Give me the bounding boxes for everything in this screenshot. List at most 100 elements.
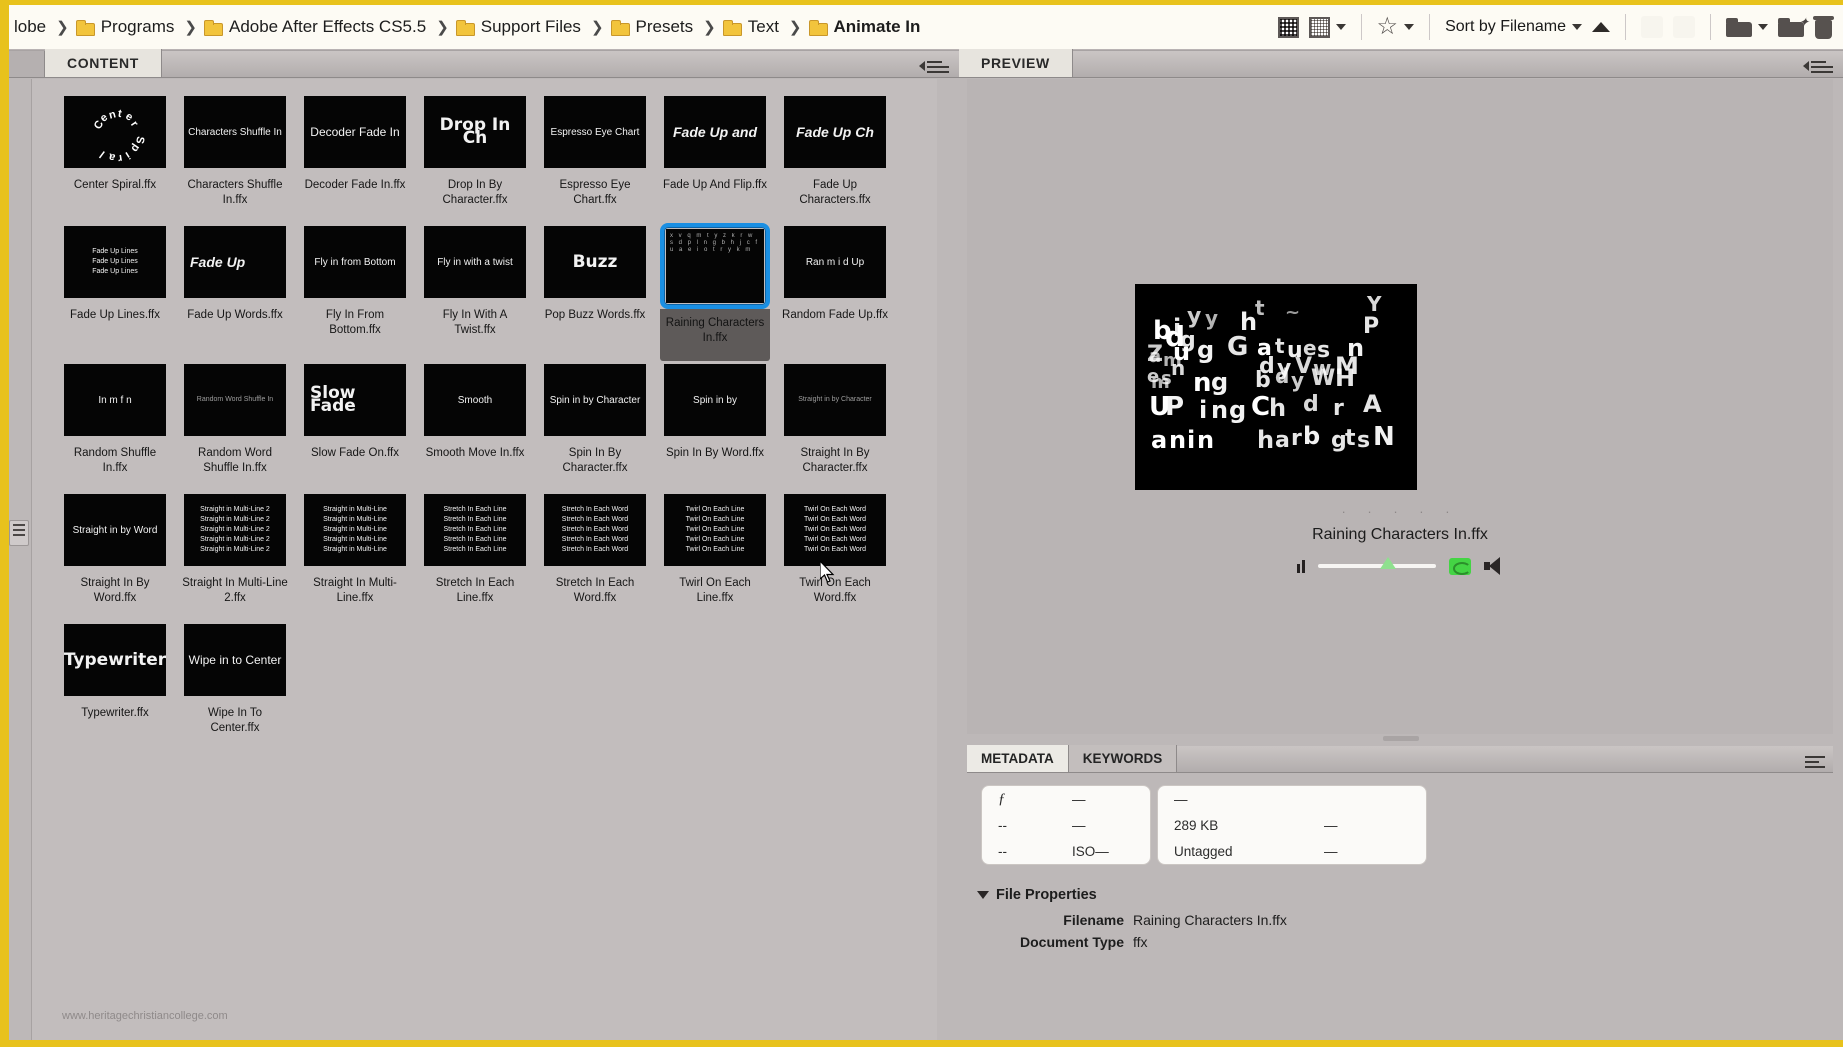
metadata-menu-icon[interactable]: [1805, 753, 1825, 768]
thumbnail-cell[interactable]: Slow Fade Slow Fade On.ffx: [300, 361, 410, 491]
list-view-button[interactable]: [1305, 12, 1350, 42]
thumbnail-art: Drop In Ch: [439, 115, 511, 148]
thumbnail-frame: Twirl On Each Word Twirl On Each Word Twir…: [780, 491, 890, 569]
thumbnail-cell[interactable]: Typewriter Typewriter.ffx: [60, 621, 170, 751]
filter-button[interactable]: ☆: [1373, 12, 1419, 42]
breadcrumb-item-4[interactable]: Presets: [610, 17, 697, 37]
sort-button[interactable]: Sort by Filename: [1441, 12, 1586, 42]
thumbnail-cell[interactable]: Straight in Multi-Line 2 Straight in Mult…: [180, 491, 290, 621]
thumbnail-cell[interactable]: Spin in by Character Spin In By Character…: [540, 361, 650, 491]
thumbnail-caption: Stretch In Each Line.ffx: [435, 577, 515, 604]
checker-grid-icon: [1277, 16, 1299, 38]
tab-preview[interactable]: PREVIEW: [959, 49, 1073, 77]
open-folder-button[interactable]: [1722, 12, 1772, 42]
ghost-button-1[interactable]: [1637, 12, 1667, 42]
thumbnail-frame: Drop In Ch: [420, 93, 530, 171]
breadcrumb-item-5[interactable]: Text: [722, 17, 782, 37]
playback-slider[interactable]: [1317, 557, 1436, 569]
preview-glyph: n: [1169, 426, 1187, 454]
ghost-button-2[interactable]: [1669, 12, 1699, 42]
thumbnail-frame: Twirl On Each Line Twirl On Each Line Twir…: [660, 491, 770, 569]
thumbnail-cell[interactable]: Ran m i d Up Random Fade Up.ffx: [780, 223, 890, 361]
thumbnail-image: Straight in by Character: [784, 364, 886, 436]
thumbnail-image: Straight in Multi-Line Straight in Multi-…: [304, 494, 406, 566]
speaker-icon[interactable]: [1483, 557, 1504, 575]
file-property-value: ffx: [1133, 934, 1148, 950]
metadata-row: —: [1158, 786, 1426, 812]
thumbnail-image: Buzz: [544, 226, 646, 298]
thumbnail-caption: Fade Up Characters.ffx: [799, 179, 871, 206]
breadcrumb-item-2[interactable]: Adobe After Effects CS5.5: [203, 17, 429, 37]
toolbar-divider: [1625, 14, 1626, 40]
thumbnail-cell[interactable]: Straight in Multi-Line Straight in Multi-…: [300, 491, 410, 621]
thumbnail-frame: Spin in by Character: [540, 361, 650, 439]
thumbnail-cell[interactable]: Fade Up Lines Fade Up Lines Fade Up Lines F…: [60, 223, 170, 361]
thumbnail-cell[interactable]: Espresso Eye Chart Espresso Eye Chart.ffx: [540, 93, 650, 223]
new-folder-icon: ✦: [1778, 15, 1809, 37]
triangle-down-icon: [977, 891, 989, 899]
metadata-value: 289 KB: [1174, 817, 1219, 833]
thumbnail-cell[interactable]: Straight in by Character Straight In By C…: [780, 361, 890, 491]
breadcrumb-item-0[interactable]: lobe: [11, 17, 49, 37]
thumbnail-cell[interactable]: Fly in from Bottom Fly In From Bottom.ffx: [300, 223, 410, 361]
preview-glyph: A: [1363, 390, 1382, 418]
thumbnail-caption: Random Fade Up.ffx: [782, 309, 888, 321]
thumbnail-cell[interactable]: Stretch In Each Word Stretch In Each Word…: [540, 491, 650, 621]
slider-thumb[interactable]: [1379, 557, 1396, 569]
thumbnail-cell-selected[interactable]: x v q m t y z k r w s d p l n g b h j c …: [660, 223, 770, 361]
thumbnail-cell[interactable]: Random Word Shuffle In Random Word Shuffl…: [180, 361, 290, 491]
thumbnail-cell[interactable]: Stretch In Each Line Stretch In Each Line…: [420, 491, 530, 621]
delete-button[interactable]: [1810, 12, 1837, 42]
tab-metadata[interactable]: METADATA: [967, 745, 1069, 772]
thumbnail-cell[interactable]: Spin in by Spin In By Word.ffx: [660, 361, 770, 491]
thumbnail-cell[interactable]: Twirl On Each Word Twirl On Each Word Twir…: [780, 491, 890, 621]
tab-keywords[interactable]: KEYWORDS: [1068, 745, 1178, 772]
thumbnail-art: Straight in Multi-Line Straight in Multi-…: [323, 506, 387, 553]
thumbnail-cell[interactable]: Straight in by Word Straight In By Word.f…: [60, 491, 170, 621]
thumbnail-frame: Buzz: [540, 223, 650, 301]
sort-direction-button[interactable]: [1588, 12, 1614, 42]
panel-collapse-handle[interactable]: [9, 520, 29, 546]
metadata-value: —: [1324, 817, 1338, 833]
vertical-splitter-grip[interactable]: [1383, 736, 1419, 741]
loop-icon[interactable]: [1448, 557, 1471, 575]
tab-content[interactable]: CONTENT: [45, 49, 162, 77]
preview-glyph: H: [1335, 364, 1356, 392]
thumbnail-cell[interactable]: Center Sp i r a l Center Spiral.ffx: [60, 93, 170, 223]
thumbnail-scroll-area[interactable]: Center Sp i r a l Center Spiral.ffx Characters…: [31, 79, 937, 1040]
preview-glyph: r: [1291, 426, 1302, 451]
panel-drag-handle[interactable]: [9, 51, 45, 77]
thumbnail-cell[interactable]: Fade Up and Fade Up And Flip.ffx: [660, 93, 770, 223]
thumbnail-cell[interactable]: Buzz Pop Buzz Words.ffx: [540, 223, 650, 361]
thumbnail-caption: Spin In By Word.ffx: [665, 447, 764, 459]
thumbnail-image: Drop In Ch: [424, 96, 526, 168]
preview-stage[interactable]: b i y y t ~ Yd g h P Zu g Ga t u e s n a m n d y Vw Me s m n g b d y W H U…: [1135, 284, 1417, 490]
thumbnail-caption: Drop In By Character.ffx: [442, 179, 508, 206]
thumbnail-cell[interactable]: Fly in with a twist Fly In With A Twist.f…: [420, 223, 530, 361]
thumbnail-cell[interactable]: Characters Shuffle In Characters Shuffle …: [180, 93, 290, 223]
thumbnail-frame: Espresso Eye Chart: [540, 93, 650, 171]
breadcrumb-item-3[interactable]: Support Files: [455, 17, 584, 37]
thumbnail-image: Center Spiral: [64, 96, 166, 168]
metadata-card-file: — 289 KB — Untagged —: [1157, 785, 1427, 865]
folder-icon: [455, 20, 475, 36]
thumbnail-frame: Smooth: [420, 361, 530, 439]
breadcrumb-item-1[interactable]: Programs: [75, 17, 178, 37]
file-properties-header[interactable]: File Properties: [973, 885, 1833, 909]
thumbnail-cell[interactable]: Drop In Ch Drop In By Character.ffx: [420, 93, 530, 223]
thumbnail-art: Fly in from Bottom: [314, 256, 396, 268]
thumbnail-cell[interactable]: Twirl On Each Line Twirl On Each Line Twir…: [660, 491, 770, 621]
preview-menu-icon[interactable]: [1803, 58, 1833, 73]
thumbnail-cell[interactable]: Smooth Smooth Move In.ffx: [420, 361, 530, 491]
thumbnail-cell[interactable]: Fade Up Fade Up Words.ffx: [180, 223, 290, 361]
thumbnail-cell[interactable]: In m f n Random Shuffle In.ffx: [60, 361, 170, 491]
thumbnail-art: In m f n: [98, 394, 132, 406]
pause-icon[interactable]: [1296, 559, 1305, 573]
new-folder-button[interactable]: ✦: [1774, 12, 1809, 42]
thumbnail-cell[interactable]: Wipe in to Center Wipe In To Center.ffx: [180, 621, 290, 751]
thumbnail-cell[interactable]: Decoder Fade In Decoder Fade In.ffx: [300, 93, 410, 223]
thumbnail-view-button[interactable]: [1274, 12, 1303, 42]
thumbnail-cell[interactable]: Fade Up Ch Fade Up Characters.ffx: [780, 93, 890, 223]
breadcrumb-item-6[interactable]: Animate In: [808, 17, 924, 37]
panel-menu-icon[interactable]: [919, 58, 949, 73]
